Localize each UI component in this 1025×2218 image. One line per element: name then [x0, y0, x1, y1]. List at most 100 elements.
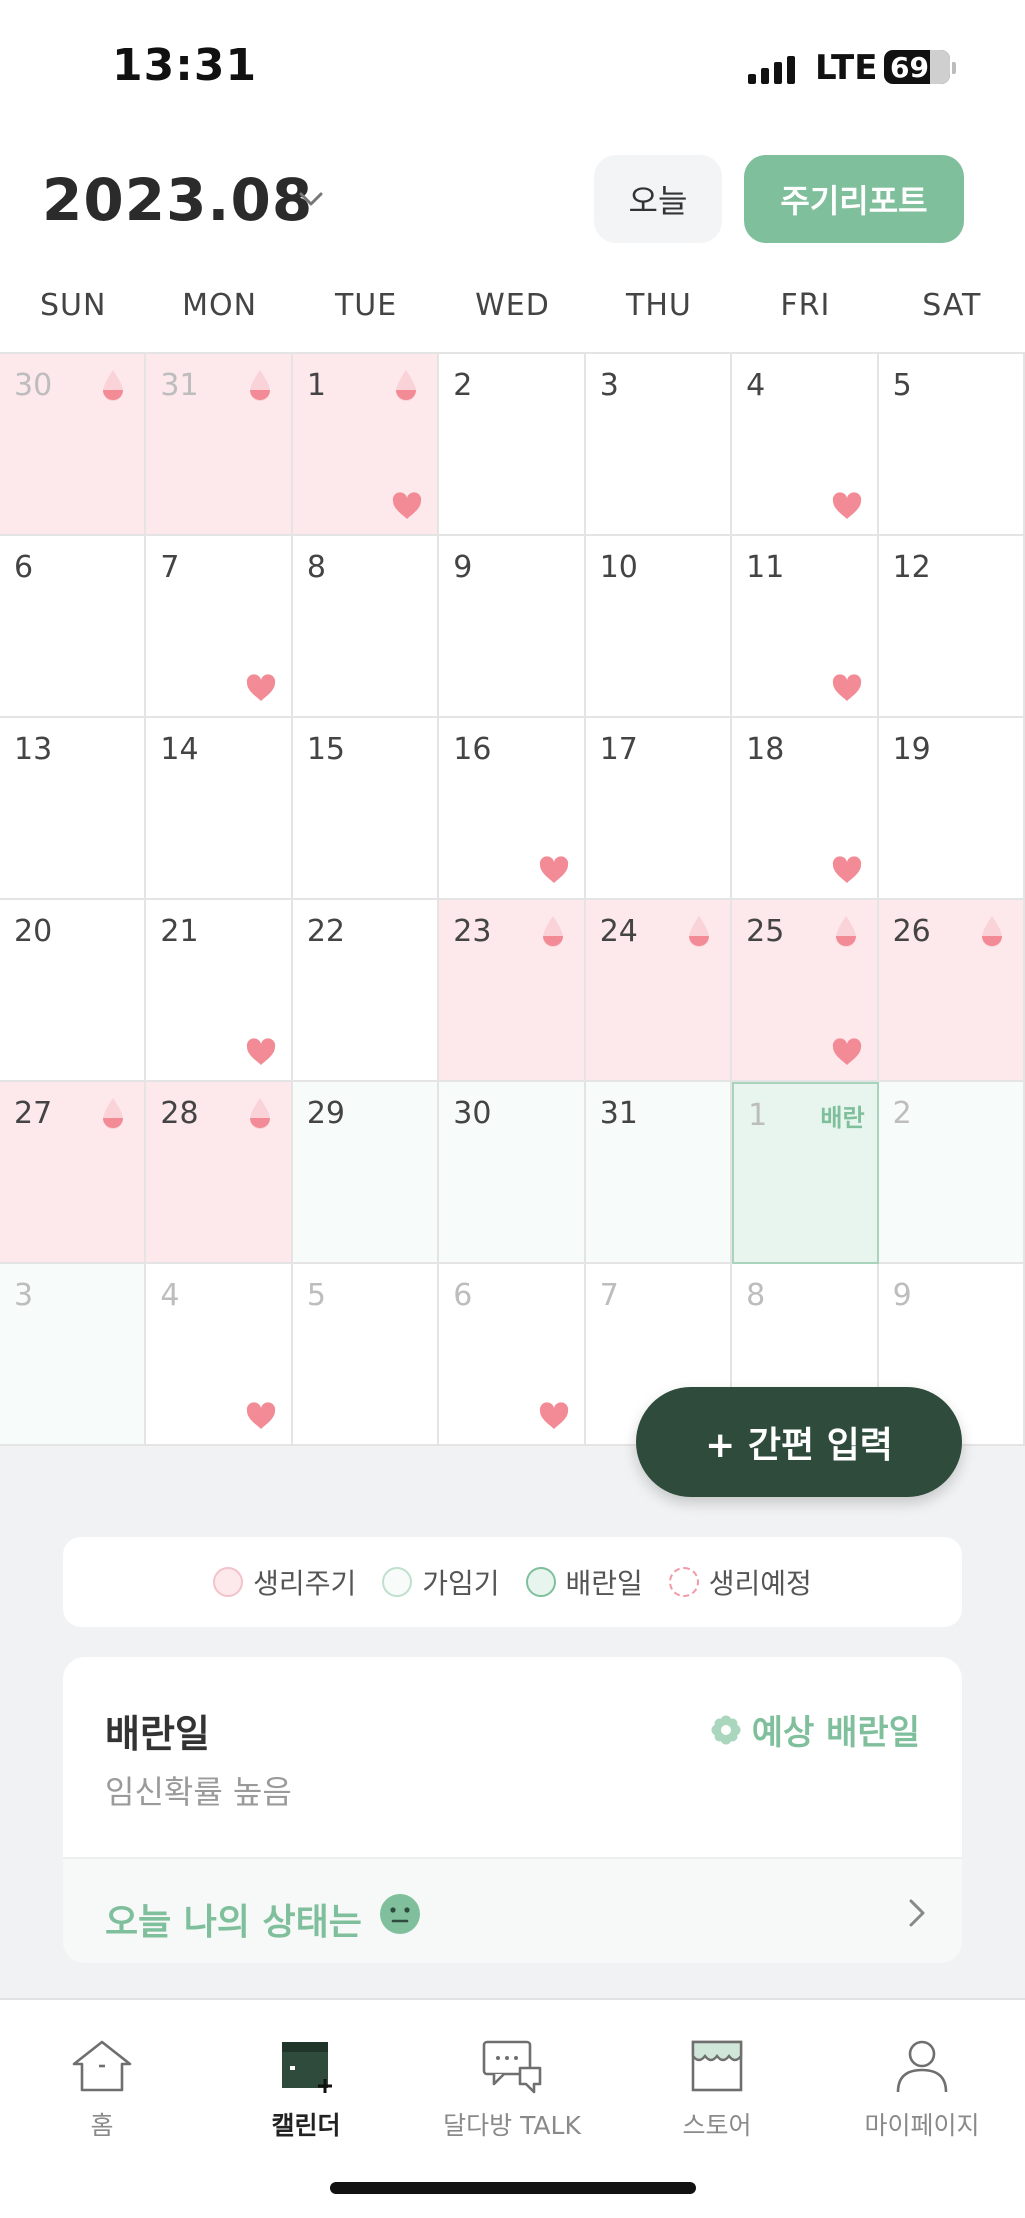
status-prompt: 오늘 나의 상태는 [105, 1902, 362, 1943]
heart-icon [246, 674, 276, 701]
day-number: 2 [892, 1096, 912, 1131]
calendar-day-cell[interactable]: 24 [585, 900, 733, 1082]
calendar-day-cell[interactable]: 12 [878, 536, 1025, 718]
calendar-day-cell[interactable]: 8 [292, 536, 440, 718]
nav-item-calendar[interactable]: 캘린더 [216, 2036, 396, 2142]
day-number: 7 [160, 550, 180, 585]
status-row[interactable]: 오늘 나의 상태는 [63, 1857, 962, 1963]
ovulation-label: 배란 [820, 1104, 865, 1132]
heart-icon [832, 492, 861, 519]
day-number: 9 [892, 1278, 912, 1313]
day-number: 30 [453, 1096, 492, 1131]
quick-input-button[interactable]: + 간편 입력 [636, 1387, 962, 1497]
day-number: 27 [14, 1096, 53, 1131]
calendar-day-cell[interactable]: 29 [292, 1082, 440, 1264]
calendar-day-cell[interactable]: 19 [878, 718, 1025, 900]
day-number: 3 [599, 368, 619, 403]
day-number: 26 [892, 914, 931, 949]
calendar-day-cell[interactable]: 13 [0, 718, 147, 900]
chevron-right-icon[interactable] [902, 1895, 932, 1931]
calendar-day-cell[interactable]: 22 [292, 900, 440, 1082]
calendar-day-cell[interactable]: 28 [146, 1082, 293, 1264]
calendar-day-cell[interactable]: 6 [439, 1264, 586, 1446]
calendar-day-cell[interactable]: 21 [146, 900, 293, 1082]
heart-icon [539, 1402, 568, 1429]
flower-icon [711, 1715, 741, 1744]
calendar-day-cell[interactable]: 30 [439, 1082, 586, 1264]
calendar-day-cell[interactable]: 3 [0, 1264, 147, 1446]
calendar-day-cell[interactable]: 25 [732, 900, 879, 1082]
card-title: 배란일 [105, 1712, 210, 1756]
calendar-day-cell[interactable]: 23 [439, 900, 586, 1082]
calendar-day-cell[interactable]: 10 [585, 536, 733, 718]
card-subtitle: 임신확률 높음 [105, 1773, 292, 1811]
blood-drop-icon [542, 916, 563, 947]
weekday-header: SUN MON TUE WED THU FRI SAT [0, 288, 1025, 328]
nav-item-mypage[interactable]: 마이페이지 [832, 2036, 1012, 2142]
calendar-day-cell[interactable]: 7 [146, 536, 293, 718]
calendar-day-cell[interactable]: 20 [0, 900, 147, 1082]
cycle-report-button[interactable]: 주기리포트 [744, 155, 964, 243]
calendar-day-cell[interactable]: 11 [732, 536, 879, 718]
calendar-day-cell[interactable]: 5 [292, 1264, 440, 1446]
battery-icon: 69 [884, 50, 950, 84]
ovulation-dot-icon [525, 1567, 556, 1597]
calendar-day-cell[interactable]: 18 [732, 718, 879, 900]
calendar-day-cell[interactable]: 26 [878, 900, 1025, 1082]
battery-level: 69 [890, 50, 929, 84]
weekday-label: MON [182, 288, 258, 323]
blood-drop-icon [103, 370, 124, 401]
day-number: 7 [599, 1278, 619, 1313]
legend-label: 가임기 [422, 1567, 500, 1600]
calendar-day-cell[interactable]: 4 [146, 1264, 293, 1446]
expected-ovulation-tag: 예상 배란일 [710, 1705, 920, 1754]
calendar-day-cell[interactable]: 17 [585, 718, 733, 900]
day-number: 30 [14, 368, 53, 403]
day-number: 15 [306, 732, 346, 767]
nav-item-home[interactable]: 홈 [12, 2036, 192, 2142]
home-icon [72, 2040, 132, 2092]
calendar-day-cell[interactable]: 31 [146, 354, 293, 536]
heart-icon [246, 1038, 276, 1065]
calendar-day-cell[interactable]: 1 배란 [732, 1082, 879, 1264]
month-title[interactable]: 2023.08 [42, 166, 313, 234]
calendar-day-cell[interactable]: 6 [0, 536, 147, 718]
blood-drop-icon [103, 1098, 124, 1129]
nav-item-store[interactable]: 스토어 [627, 2036, 807, 2142]
day-number: 31 [599, 1096, 638, 1131]
calendar-day-cell[interactable]: 16 [439, 718, 586, 900]
legend-item-period: 생리주기 [213, 1562, 356, 1602]
calendar-day-cell[interactable]: 31 [585, 1082, 733, 1264]
person-icon [896, 2040, 948, 2093]
day-number: 1 [748, 1098, 768, 1133]
legend-label: 생리주기 [253, 1567, 357, 1600]
day-number: 4 [746, 368, 766, 403]
calendar-day-cell[interactable]: 4 [732, 354, 879, 536]
blood-drop-icon [835, 916, 856, 947]
chevron-down-icon[interactable] [298, 186, 324, 212]
day-number: 4 [160, 1278, 180, 1313]
calendar-day-cell[interactable]: 5 [878, 354, 1025, 536]
calendar-day-cell[interactable]: 9 [439, 536, 586, 718]
calendar-day-cell[interactable]: 15 [292, 718, 440, 900]
day-number: 1 [306, 368, 326, 403]
calendar-day-cell[interactable]: 1 [292, 354, 440, 536]
calendar-day-cell[interactable]: 30 [0, 354, 147, 536]
day-number: 6 [453, 1278, 473, 1313]
calendar-day-cell[interactable]: 3 [585, 354, 733, 536]
day-number: 5 [306, 1278, 326, 1313]
calendar-day-cell[interactable]: 2 [878, 1082, 1025, 1264]
today-button[interactable]: 오늘 [594, 155, 722, 243]
home-indicator [330, 2182, 696, 2194]
day-number: 10 [599, 550, 638, 585]
calendar-day-cell[interactable]: 14 [146, 718, 293, 900]
calendar-day-cell[interactable]: 2 [439, 354, 586, 536]
day-number: 8 [746, 1278, 766, 1313]
nav-item-talk[interactable]: 달다방 TALK [422, 2036, 602, 2142]
status-time: 13:31 [112, 40, 258, 91]
day-number: 25 [746, 914, 785, 949]
calendar-day-cell[interactable]: 27 [0, 1082, 147, 1264]
nav-label: 홈 [90, 2111, 114, 2140]
ovulation-info-card: 배란일 임신확률 높음 예상 배란일 오늘 나의 상태는 [63, 1657, 962, 1963]
day-number: 31 [160, 368, 199, 403]
